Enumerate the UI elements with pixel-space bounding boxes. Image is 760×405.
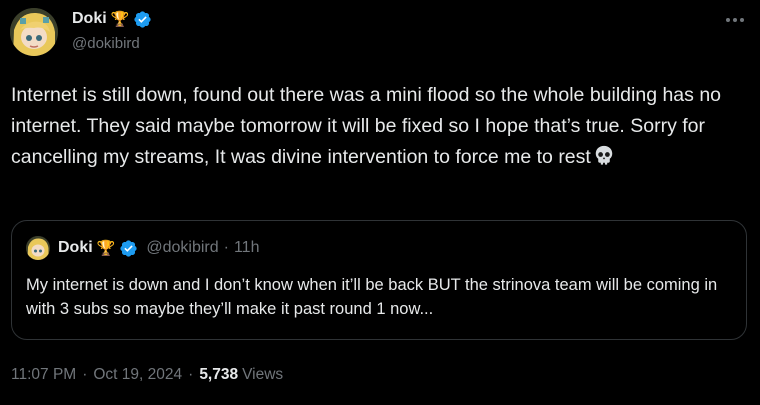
meta-separator: ·	[82, 366, 88, 383]
quoted-author-handle: @dokibird	[146, 239, 219, 256]
quoted-tweet[interactable]: Doki 🏆 @dokibird · 11h My internet is do…	[11, 220, 747, 340]
tweet-time[interactable]: 11:07 PM	[11, 366, 76, 384]
views-count: 5,738	[199, 366, 239, 383]
quoted-tweet-header: Doki 🏆 @dokibird · 11h	[26, 236, 259, 260]
author-avatar[interactable]	[10, 8, 58, 56]
quoted-tweet-text: My internet is down and I don’t know whe…	[26, 276, 718, 318]
verified-icon[interactable]	[133, 10, 152, 29]
tweet-text: Internet is still down, found out there …	[11, 80, 736, 176]
skull-icon	[593, 144, 615, 176]
tweet-body: Internet is still down, found out there …	[11, 84, 727, 168]
tweet-meta: 11:07 PM · Oct 19, 2024 · 5,738 Views	[11, 366, 283, 384]
trophy-icon: 🏆	[96, 239, 116, 257]
more-icon[interactable]	[724, 10, 746, 30]
author-handle[interactable]: @dokibird	[72, 35, 140, 52]
author-name[interactable]: Doki	[72, 10, 107, 28]
meta-separator: ·	[188, 366, 194, 383]
quoted-author-name: Doki	[58, 239, 93, 256]
views-label: Views	[242, 366, 284, 383]
quoted-author-avatar	[26, 236, 50, 260]
tweet-date[interactable]: Oct 19, 2024	[93, 366, 182, 384]
verified-icon	[119, 239, 138, 258]
quoted-separator: ·	[223, 239, 229, 256]
quoted-time: 11h	[233, 239, 260, 256]
author-name-row: Doki 🏆	[72, 8, 152, 30]
trophy-icon: 🏆	[110, 10, 130, 28]
